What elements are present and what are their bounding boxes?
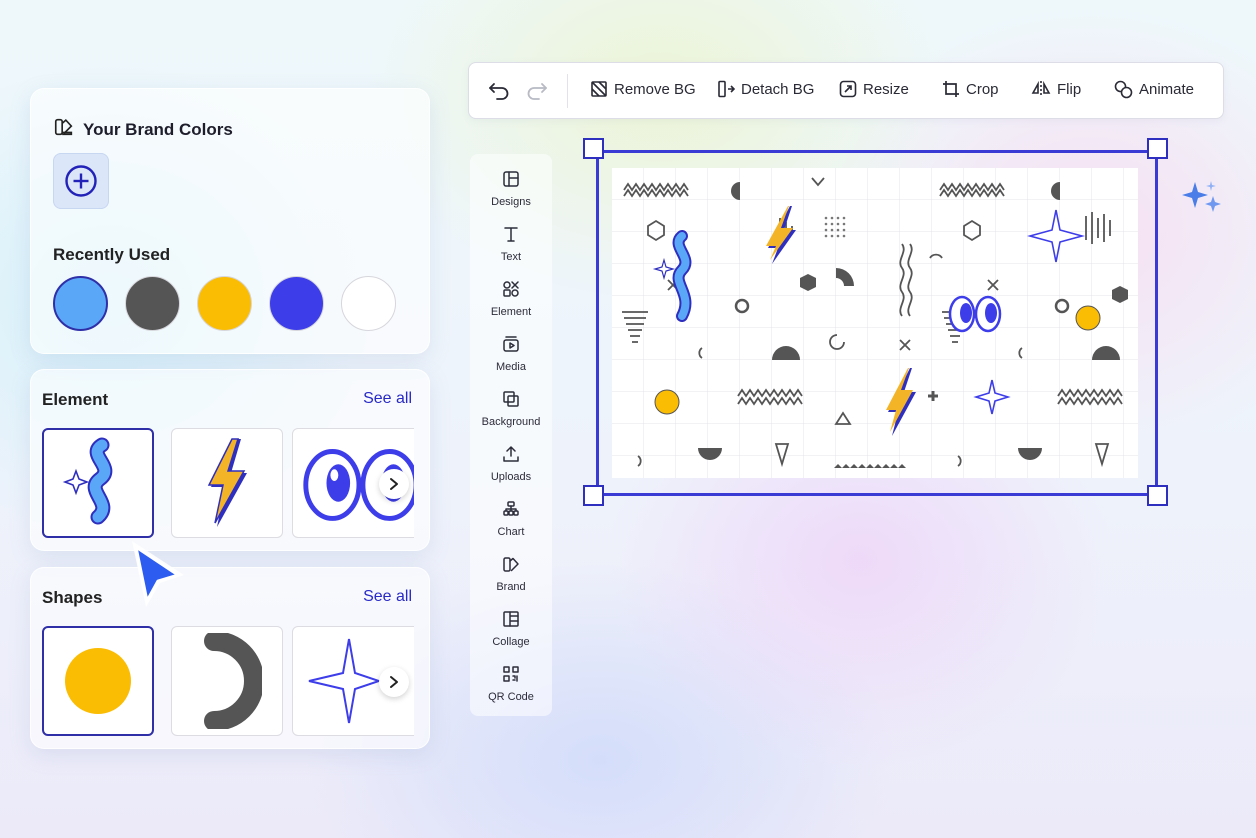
color-swatch[interactable] xyxy=(53,276,108,331)
shapes-next-button[interactable] xyxy=(379,667,409,697)
recent-color-swatches xyxy=(53,276,396,331)
element-panel: Element See all xyxy=(30,369,430,551)
sidebar-item-label: QR Code xyxy=(488,691,534,703)
sidebar-item-label: Element xyxy=(490,306,532,318)
text-icon xyxy=(502,225,520,246)
brand-colors-heading: Your Brand Colors xyxy=(53,116,233,143)
detach-bg-icon xyxy=(718,80,735,98)
element-thumbnails xyxy=(42,428,414,538)
chevron-right-icon xyxy=(390,676,398,688)
remove-bg-button[interactable]: Remove BG xyxy=(590,80,696,98)
color-swatch[interactable] xyxy=(341,276,396,331)
brand-kit-icon xyxy=(53,116,75,143)
sidebar-item-uploads[interactable]: Uploads xyxy=(470,445,552,483)
editor-toolbar: Remove BG Detach BG Resize Crop Flip Ani… xyxy=(468,62,1224,119)
brand-colors-title: Your Brand Colors xyxy=(83,119,233,139)
plus-circle-icon xyxy=(65,165,97,197)
qr-code-icon xyxy=(502,665,520,686)
crop-button[interactable]: Crop xyxy=(942,80,999,98)
collage-icon xyxy=(502,610,520,631)
sidebar-item-media[interactable]: Media xyxy=(470,335,552,373)
element-next-button[interactable] xyxy=(379,469,409,499)
resize-handle-top-right[interactable] xyxy=(1147,138,1168,159)
resize-icon xyxy=(839,80,857,98)
chevron-right-icon xyxy=(390,478,398,490)
resize-handle-bottom-left[interactable] xyxy=(583,485,604,506)
shapes-panel-title: Shapes xyxy=(42,588,103,607)
shapes-see-all-link[interactable]: See all xyxy=(363,588,412,606)
mouse-cursor-icon xyxy=(122,533,194,622)
layout-icon xyxy=(502,170,520,191)
sidebar-item-label: Chart xyxy=(497,526,525,538)
color-swatch[interactable] xyxy=(197,276,252,331)
sidebar-item-label: Media xyxy=(496,361,526,373)
element-panel-title: Element xyxy=(42,390,109,409)
recently-used-title: Recently Used xyxy=(53,245,171,264)
sidebar-item-label: Brand xyxy=(496,581,526,593)
animate-icon xyxy=(1114,80,1133,99)
flip-button[interactable]: Flip xyxy=(1031,80,1081,98)
sidebar-item-label: Collage xyxy=(492,636,530,648)
sidebar-item-label: Text xyxy=(500,251,522,263)
element-thumb-squiggle[interactable] xyxy=(42,428,154,538)
shape-thumb-arc[interactable] xyxy=(171,626,283,736)
sparkle-icon xyxy=(1178,180,1228,225)
shape-thumbnails xyxy=(42,626,414,736)
canvas-artwork[interactable] xyxy=(612,168,1138,478)
add-brand-color-button[interactable] xyxy=(53,153,109,209)
shapes-panel: Shapes See all xyxy=(30,567,430,749)
upload-icon xyxy=(502,445,520,466)
background-icon xyxy=(502,390,520,411)
resize-handle-bottom-right[interactable] xyxy=(1147,485,1168,506)
sidebar-item-qr-code[interactable]: QR Code xyxy=(470,665,552,703)
shapes-icon xyxy=(502,280,520,301)
brand-icon xyxy=(502,555,520,576)
undo-icon xyxy=(489,83,509,100)
element-thumb-lightning[interactable] xyxy=(171,428,283,538)
element-see-all-link[interactable]: See all xyxy=(363,390,412,408)
undo-button[interactable] xyxy=(488,80,510,100)
detach-bg-button[interactable]: Detach BG xyxy=(717,80,814,98)
toolbar-divider xyxy=(567,74,568,108)
sidebar-item-label: Designs xyxy=(491,196,531,208)
sidebar-item-background[interactable]: Background xyxy=(470,390,552,428)
sidebar-item-chart[interactable]: Chart xyxy=(470,500,552,538)
animate-button[interactable]: Animate xyxy=(1114,80,1194,99)
remove-bg-icon xyxy=(591,81,607,97)
crop-icon xyxy=(943,81,959,97)
redo-button[interactable] xyxy=(526,80,548,100)
media-icon xyxy=(502,335,520,356)
resize-handle-top-left[interactable] xyxy=(583,138,604,159)
chart-icon xyxy=(502,500,520,521)
color-swatch[interactable] xyxy=(269,276,324,331)
sidebar-item-label: Background xyxy=(481,416,541,428)
flip-icon xyxy=(1031,80,1051,97)
sidebar-item-brand[interactable]: Brand xyxy=(470,555,552,593)
sidebar-item-label: Uploads xyxy=(490,471,532,483)
sidebar-item-designs[interactable]: Designs xyxy=(470,170,552,208)
shape-thumb-circle[interactable] xyxy=(42,626,154,736)
resize-button[interactable]: Resize xyxy=(839,80,909,98)
sidebar-item-collage[interactable]: Collage xyxy=(470,610,552,648)
redo-icon xyxy=(527,83,547,100)
brand-colors-panel: Your Brand Colors Recently Used xyxy=(30,88,430,354)
sidebar-item-element[interactable]: Element xyxy=(470,280,552,318)
sidebar-item-text[interactable]: Text xyxy=(470,225,552,263)
color-swatch[interactable] xyxy=(125,276,180,331)
tool-sidebar: Designs Text Element Media Background Uploads… xyxy=(470,154,552,716)
